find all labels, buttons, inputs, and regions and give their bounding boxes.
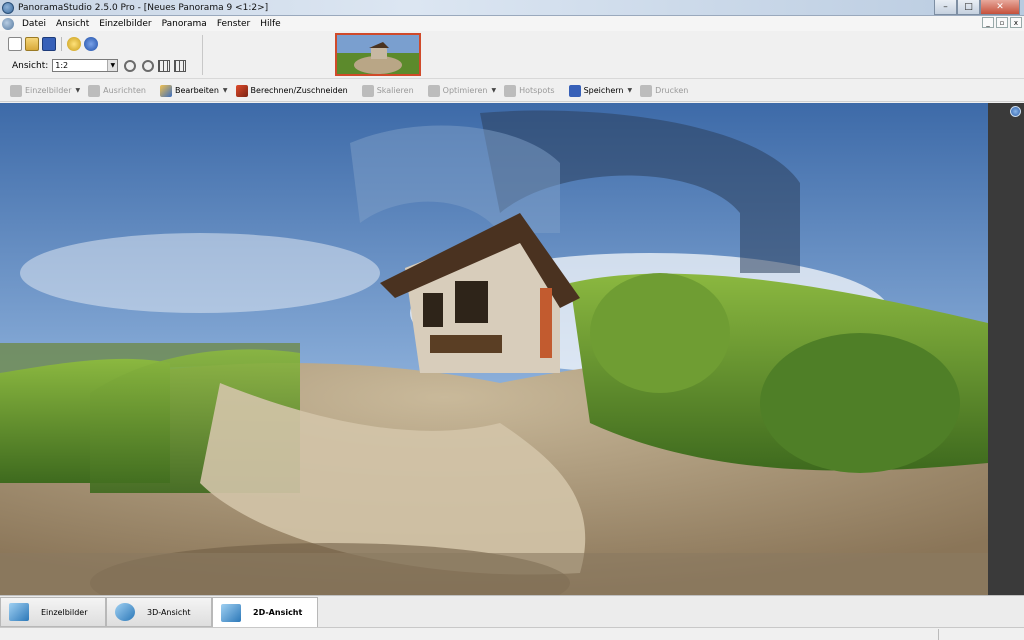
- tab-label: 2D-Ansicht: [253, 608, 303, 617]
- chevron-down-icon[interactable]: ▼: [491, 87, 496, 94]
- tab-label: Einzelbilder: [41, 607, 88, 617]
- edit-icon: [159, 84, 172, 97]
- ausrichten-button[interactable]: Ausrichten: [88, 84, 146, 97]
- optimieren-button[interactable]: Optimieren: [427, 84, 488, 97]
- tab-3d-ansicht[interactable]: 3D-Ansicht: [106, 597, 212, 627]
- fit-width-icon[interactable]: [158, 59, 171, 72]
- toolbar-divider: [202, 35, 203, 75]
- grid-images-icon: [9, 603, 29, 621]
- toolbar-divider: [61, 37, 62, 51]
- berechnen-zuschneiden-button[interactable]: Berechnen/Zuschneiden: [235, 84, 348, 97]
- chevron-down-icon[interactable]: ▼: [627, 87, 632, 94]
- panorama-image: [0, 103, 988, 595]
- doc-restore-button[interactable]: ▫: [996, 17, 1008, 28]
- menu-panorama[interactable]: Panorama: [157, 19, 212, 29]
- menu-hilfe[interactable]: Hilfe: [255, 19, 285, 29]
- window-controls: – □ ✕: [934, 0, 1020, 15]
- speichern-label: Speichern: [583, 86, 624, 95]
- skalieren-button[interactable]: Skalieren: [361, 84, 414, 97]
- save-icon[interactable]: [42, 37, 56, 51]
- document-icon[interactable]: [2, 17, 14, 30]
- zoom-select-value: 1:2: [55, 61, 69, 70]
- minimize-button[interactable]: –: [934, 0, 957, 15]
- drucken-label: Drucken: [655, 86, 689, 95]
- bearbeiten-button[interactable]: Bearbeiten: [159, 84, 219, 97]
- scale-icon: [361, 84, 374, 97]
- crop-icon: [235, 84, 248, 97]
- panorama-thumbnail[interactable]: [335, 33, 421, 76]
- ausrichten-label: Ausrichten: [103, 86, 146, 95]
- help-icon[interactable]: [84, 37, 98, 51]
- status-bar: [0, 627, 1024, 640]
- speichern-button[interactable]: Speichern: [568, 84, 624, 97]
- new-file-icon[interactable]: [8, 37, 22, 51]
- menu-fenster[interactable]: Fenster: [212, 19, 255, 29]
- right-side-panel: [988, 103, 1024, 595]
- fit-window-icon[interactable]: [174, 59, 187, 72]
- status-divider: [938, 629, 939, 640]
- document-window-controls: _ ▫ x: [982, 17, 1022, 28]
- tab-einzelbilder[interactable]: Einzelbilder: [0, 597, 106, 627]
- menu-bar: Datei Ansicht Einzelbilder Panorama Fens…: [0, 16, 1024, 31]
- doc-minimize-button[interactable]: _: [982, 17, 994, 28]
- panorama-canvas[interactable]: [0, 103, 988, 595]
- doc-close-button[interactable]: x: [1010, 17, 1022, 28]
- images-icon: [10, 84, 22, 97]
- menu-datei[interactable]: Datei: [17, 19, 51, 29]
- einzelbilder-label: Einzelbilder: [25, 86, 72, 95]
- info-icon[interactable]: [67, 37, 81, 51]
- align-icon: [88, 84, 101, 97]
- optimieren-label: Optimieren: [442, 86, 488, 95]
- zoom-out-icon[interactable]: [142, 59, 155, 72]
- flat-view-icon: [221, 603, 241, 622]
- save-icon: [568, 84, 581, 97]
- close-button[interactable]: ✕: [980, 0, 1020, 15]
- chevron-down-icon[interactable]: ▼: [223, 87, 228, 94]
- tab-2d-ansicht[interactable]: 2D-Ansicht: [212, 597, 318, 627]
- hotspots-label: Hotspots: [519, 86, 555, 95]
- berechnen-label: Berechnen/Zuschneiden: [250, 86, 348, 95]
- hotspot-icon: [504, 84, 517, 97]
- bearbeiten-label: Bearbeiten: [174, 86, 219, 95]
- app-icon[interactable]: [2, 1, 14, 14]
- menu-einzelbilder[interactable]: Einzelbilder: [94, 19, 156, 29]
- skalieren-label: Skalieren: [376, 86, 414, 95]
- optimize-icon: [427, 84, 440, 97]
- title-bar: PanoramaStudio 2.5.0 Pro - [Neues Panora…: [0, 0, 1024, 16]
- menu-ansicht[interactable]: Ansicht: [51, 19, 94, 29]
- view-tabs: Einzelbilder 3D-Ansicht 2D-Ansicht: [0, 595, 1024, 627]
- tab-label: 3D-Ansicht: [147, 607, 191, 617]
- globe-icon: [115, 603, 135, 621]
- zoom-select[interactable]: 1:2 ▼: [52, 59, 119, 72]
- einzelbilder-button[interactable]: Einzelbilder: [10, 84, 72, 97]
- maximize-button[interactable]: □: [957, 0, 980, 15]
- chevron-down-icon[interactable]: ▼: [76, 87, 81, 94]
- view-label: Ansicht:: [12, 60, 49, 71]
- drucken-button[interactable]: Drucken: [640, 84, 689, 97]
- window-title: PanoramaStudio 2.5.0 Pro - [Neues Panora…: [18, 2, 269, 13]
- hotspots-button[interactable]: Hotspots: [504, 84, 555, 97]
- main-toolbar: Ansicht: 1:2 ▼: [0, 31, 1024, 79]
- open-folder-icon[interactable]: [25, 37, 39, 51]
- globe-icon[interactable]: [1010, 106, 1021, 117]
- print-icon: [640, 84, 653, 97]
- action-toolbar: Einzelbilder ▼ Ausrichten Bearbeiten ▼ B…: [0, 80, 1024, 102]
- chevron-down-icon[interactable]: ▼: [107, 60, 118, 71]
- zoom-in-icon[interactable]: [124, 59, 137, 72]
